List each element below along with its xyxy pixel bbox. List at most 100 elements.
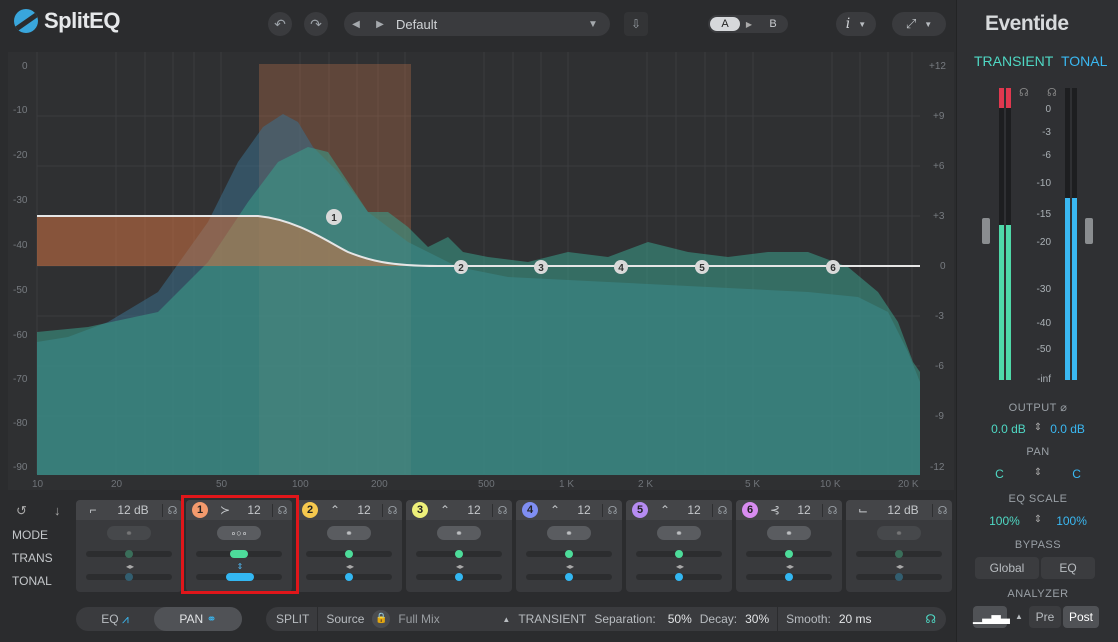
tonal-slider[interactable] [306, 573, 392, 581]
high-shelf-icon[interactable]: ⌙ [852, 503, 874, 517]
headphone-icon[interactable]: ☊ [712, 503, 732, 517]
band-2[interactable]: 2 ⌃ 12 ☊ ⚭ ◂▸ [296, 500, 402, 592]
pan-left-value[interactable]: C [995, 467, 1004, 481]
bell-icon[interactable]: ⌃ [434, 503, 456, 517]
tab-tonal[interactable]: TONAL [1061, 53, 1107, 69]
trans-slider-handle[interactable] [785, 550, 793, 558]
band-6[interactable]: 6 ⊰ 12 ☊ ⚭ ◂▸ [736, 500, 842, 592]
ab-copy-icon[interactable]: ▶ [740, 20, 758, 29]
band-gain[interactable]: 12 dB [104, 503, 162, 517]
smooth-value[interactable]: 20 ms [839, 612, 872, 626]
band-number[interactable]: 4 [522, 502, 538, 518]
tonal-fader[interactable] [1085, 218, 1093, 244]
preset-next-button[interactable]: ▶ [368, 19, 392, 30]
mode-toggle[interactable]: ⚭ [547, 526, 591, 540]
analyzer-post-button[interactable]: Post [1063, 606, 1099, 628]
analyzer-pre-button[interactable]: Pre [1029, 606, 1061, 628]
output-left-value[interactable]: 0.0 dB [991, 422, 1026, 436]
ab-compare[interactable]: A ▶ B [708, 15, 788, 33]
low-shelf-icon[interactable]: ⌐ [82, 503, 104, 517]
eq-scale-left-value[interactable]: 100% [989, 514, 1020, 528]
mode-toggle[interactable]: ⚭ [767, 526, 811, 540]
bell-icon[interactable]: ⌃ [544, 503, 566, 517]
band-gain[interactable]: 12 [786, 503, 822, 517]
tonal-slider[interactable] [746, 573, 832, 581]
eq-node-2[interactable]: 2 [454, 260, 468, 274]
trans-slider-handle[interactable] [565, 550, 573, 558]
bell-icon[interactable]: ⌃ [324, 503, 346, 517]
band-number[interactable]: 3 [412, 502, 428, 518]
tonal-slider-handle[interactable] [895, 573, 903, 581]
trans-slider-handle[interactable] [345, 550, 353, 558]
headphone-icon[interactable]: ☊ [1047, 86, 1057, 99]
analyzer-toggle-button[interactable]: ▁▃▅▃ [973, 606, 1010, 628]
save-preset-button[interactable]: ⇩ [624, 12, 648, 36]
chevron-up-icon[interactable]: ▲ [502, 615, 510, 624]
trans-slider[interactable] [416, 550, 502, 558]
headphone-icon[interactable]: ☊ [925, 612, 936, 626]
decay-value[interactable]: 30% [745, 612, 769, 626]
band-5[interactable]: 5 ⌃ 12 ☊ ⚭ ◂▸ [626, 500, 732, 592]
eq-node-6[interactable]: 6 [826, 260, 840, 274]
trans-slider[interactable] [856, 550, 942, 558]
bell-icon[interactable]: ⌃ [654, 503, 676, 517]
reset-icon[interactable]: ↺ [16, 503, 27, 519]
band-high-shelf[interactable]: ⌙ 12 dB ☊ ⚭ ◂▸ [846, 500, 952, 592]
eq-node-3[interactable]: 3 [534, 260, 548, 274]
band-gain[interactable]: 12 dB [874, 503, 932, 517]
source-value[interactable]: Full Mix [398, 612, 494, 626]
ab-a-button[interactable]: A [710, 17, 740, 31]
tonal-slider-handle[interactable] [125, 573, 133, 581]
headphone-icon[interactable]: ☊ [932, 503, 952, 517]
chevron-up-icon[interactable]: ▲ [1009, 606, 1029, 628]
trans-slider[interactable] [86, 550, 172, 558]
tonal-slider[interactable] [636, 573, 722, 581]
band-3[interactable]: 3 ⌃ 12 ☊ ⚭ ◂▸ [406, 500, 512, 592]
eq-node-1[interactable]: 1 [326, 209, 342, 225]
band-gain[interactable]: 12 [346, 503, 382, 517]
band-number[interactable]: 5 [632, 502, 648, 518]
trans-slider[interactable] [306, 550, 392, 558]
preset-prev-button[interactable]: ◀ [344, 19, 368, 30]
trans-slider[interactable] [526, 550, 612, 558]
band-gain[interactable]: 12 [676, 503, 712, 517]
tonal-slider-handle[interactable] [785, 573, 793, 581]
lock-icon[interactable]: 🔒 [372, 610, 391, 628]
transient-fader[interactable] [982, 218, 990, 244]
band-number[interactable]: 6 [742, 502, 758, 518]
pan-mode-button[interactable]: PAN ⚭ [154, 607, 242, 631]
ab-b-button[interactable]: B [758, 18, 788, 30]
eq-scale-right-value[interactable]: 100% [1056, 514, 1087, 528]
tonal-slider-handle[interactable] [675, 573, 683, 581]
headphone-icon[interactable]: ☊ [382, 503, 402, 517]
trans-slider[interactable] [746, 550, 832, 558]
link-menu-button[interactable]: ⤢ ▼ [892, 12, 946, 36]
band-low-shelf[interactable]: ⌐ 12 dB ☊ ⚭ ◂▸ [76, 500, 182, 592]
mode-toggle[interactable]: ⚭ [437, 526, 481, 540]
tonal-slider-handle[interactable] [345, 573, 353, 581]
undo-button[interactable]: ↶ [268, 12, 292, 36]
headphone-icon[interactable]: ☊ [822, 503, 842, 517]
mode-toggle[interactable]: ⚭ [107, 526, 151, 540]
trans-slider-handle[interactable] [895, 550, 903, 558]
headphone-icon[interactable]: ☊ [492, 503, 512, 517]
tonal-slider-handle[interactable] [455, 573, 463, 581]
band-4[interactable]: 4 ⌃ 12 ☊ ⚭ ◂▸ [516, 500, 622, 592]
tonal-slider[interactable] [526, 573, 612, 581]
tonal-slider-handle[interactable] [565, 573, 573, 581]
info-menu-button[interactable]: i ▼ [836, 12, 876, 36]
output-right-value[interactable]: 0.0 dB [1050, 422, 1085, 436]
eq-node-4[interactable]: 4 [614, 260, 628, 274]
bypass-eq-button[interactable]: EQ [1041, 557, 1095, 579]
mode-toggle[interactable]: ⚭ [657, 526, 701, 540]
eq-node-5[interactable]: 5 [695, 260, 709, 274]
mode-toggle[interactable]: ⚭ [877, 526, 921, 540]
eq-mode-button[interactable]: EQ ⩘ [76, 612, 154, 627]
band-gain[interactable]: 12 [566, 503, 602, 517]
meter-tabs[interactable]: TRANSIENT TONAL [974, 53, 1107, 69]
high-shelf-icon[interactable]: ⊰ [764, 503, 786, 517]
headphone-icon[interactable]: ☊ [1019, 86, 1029, 99]
trans-slider-handle[interactable] [675, 550, 683, 558]
headphone-icon[interactable]: ☊ [162, 503, 182, 517]
eq-pan-toggle[interactable]: EQ ⩘ PAN ⚭ [76, 607, 242, 631]
